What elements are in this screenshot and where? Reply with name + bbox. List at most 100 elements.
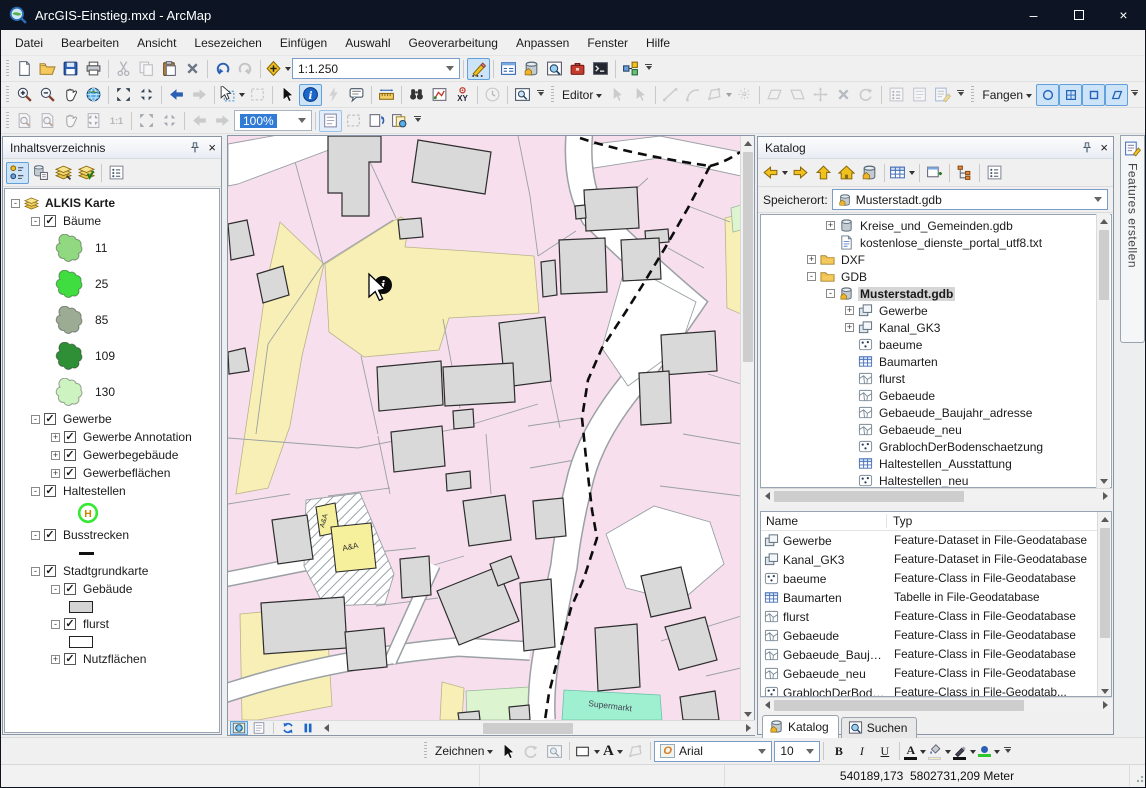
- forward-extent-button[interactable]: [188, 84, 211, 106]
- catalog-window-button[interactable]: [520, 58, 543, 80]
- toolbar-overflow-button[interactable]: [954, 85, 967, 105]
- edge-snapping-button[interactable]: [1105, 84, 1128, 106]
- menu-anpassen[interactable]: Anpassen: [507, 31, 578, 55]
- clover-symbol[interactable]: [55, 270, 84, 299]
- title-bar[interactable]: ArcGIS-Einstieg.mxd - ArcMap – ×: [0, 0, 1146, 30]
- expander-plus-icon[interactable]: +: [51, 469, 60, 478]
- editor-menu[interactable]: Editor: [558, 88, 606, 102]
- list-by-source-button[interactable]: [29, 162, 52, 184]
- scroll-right-icon[interactable]: [1098, 489, 1112, 503]
- catalog-options-button[interactable]: [983, 162, 1006, 184]
- menu-ansicht[interactable]: Ansicht: [128, 31, 185, 55]
- toolbar-grip[interactable]: [551, 86, 554, 104]
- arc-segment-button[interactable]: [682, 84, 705, 106]
- pin-icon[interactable]: [188, 141, 202, 155]
- toolbar-grip[interactable]: [6, 112, 9, 130]
- edit-annotation-button[interactable]: [629, 84, 652, 106]
- list-by-visibility-button[interactable]: [52, 162, 75, 184]
- column-header-name[interactable]: Name: [761, 514, 887, 528]
- straight-segment-button[interactable]: [659, 84, 682, 106]
- pan-button[interactable]: [59, 84, 82, 106]
- toc-item-109[interactable]: 109: [5, 338, 219, 374]
- layer-checkbox[interactable]: ✓: [64, 583, 76, 595]
- toc-item-haltestellen[interactable]: -✓Haltestellen: [5, 482, 219, 500]
- toolbar-grip[interactable]: [6, 86, 9, 104]
- scrollbar-thumb[interactable]: [774, 700, 1024, 711]
- data-driven-pages-button[interactable]: [388, 110, 411, 132]
- zoom-100-button[interactable]: 1:1: [105, 110, 128, 132]
- time-slider-button[interactable]: [481, 84, 504, 106]
- zoom-to-selected-button[interactable]: [543, 740, 566, 762]
- toolbar-overflow-button[interactable]: [1128, 85, 1141, 105]
- expander-minus-icon[interactable]: -: [826, 289, 835, 298]
- attributes-button[interactable]: [885, 84, 908, 106]
- layout-forward-button[interactable]: [211, 110, 234, 132]
- toolbar-grip[interactable]: [971, 86, 974, 104]
- pause-drawing-button[interactable]: [299, 721, 317, 735]
- callout-button[interactable]: [345, 84, 368, 106]
- toggle-tree-view-button[interactable]: [953, 162, 976, 184]
- layout-zoom-in-button[interactable]: [13, 110, 36, 132]
- expander-plus-icon[interactable]: +: [826, 221, 835, 230]
- toc-item[interactable]: [5, 544, 219, 562]
- scroll-left-icon[interactable]: [760, 698, 774, 712]
- catalog-item-gebaeude-baujahr-adresse[interactable]: Gebaeude_Baujahr_adresse: [761, 404, 1111, 421]
- toolbar-grip[interactable]: [6, 60, 9, 78]
- scale-combobox[interactable]: 1:1.250: [292, 58, 460, 79]
- rotate-element-button[interactable]: [520, 740, 543, 762]
- map-vertical-scrollbar[interactable]: [740, 136, 754, 721]
- catalog-back-button[interactable]: [761, 162, 789, 184]
- toc-item-25[interactable]: 25: [5, 266, 219, 302]
- search-window-button[interactable]: [543, 58, 566, 80]
- measure-button[interactable]: [375, 84, 398, 106]
- area-symbol[interactable]: [69, 601, 93, 613]
- table-row-gewerbe[interactable]: GewerbeFeature-Dataset in File-Geodataba…: [761, 531, 1111, 550]
- scrollbar-thumb[interactable]: [483, 723, 573, 734]
- scroll-up-icon[interactable]: [1097, 214, 1111, 228]
- area-symbol[interactable]: [69, 636, 93, 648]
- catalog-item-kanal-gk3[interactable]: +Kanal_GK3: [761, 319, 1111, 336]
- expander-minus-icon[interactable]: -: [51, 620, 60, 629]
- catalog-item-kreise-und-gemeinden-gdb[interactable]: +Kreise_und_Gemeinden.gdb: [761, 217, 1111, 234]
- toc-item-busstrecken[interactable]: -✓Busstrecken: [5, 526, 219, 544]
- catalog-item-haltestellen-neu[interactable]: Haltestellen_neu: [761, 472, 1111, 488]
- menu-datei[interactable]: Datei: [6, 31, 52, 55]
- catalog-item-gdb[interactable]: -GDB: [761, 268, 1111, 285]
- fixed-zoom-in-button[interactable]: [112, 84, 135, 106]
- expander-minus-icon[interactable]: -: [31, 531, 40, 540]
- layout-fixed-zoom-out-button[interactable]: [158, 110, 181, 132]
- fill-color-button[interactable]: [927, 740, 952, 762]
- katalog-tree-vscrollbar[interactable]: [1096, 214, 1110, 488]
- expander-minus-icon[interactable]: -: [31, 567, 40, 576]
- scroll-left-icon[interactable]: [760, 489, 774, 503]
- catalog-forward-button[interactable]: [789, 162, 812, 184]
- toolbar-grip[interactable]: [424, 742, 427, 760]
- arctoolbox-button[interactable]: [566, 58, 589, 80]
- move-button[interactable]: [809, 84, 832, 106]
- sketch-properties-button[interactable]: [908, 84, 931, 106]
- change-layout-button[interactable]: [365, 110, 388, 132]
- rotate-tool-button[interactable]: [855, 84, 878, 106]
- toc-item-h[interactable]: H: [5, 500, 219, 526]
- layer-checkbox[interactable]: ✓: [44, 529, 56, 541]
- toc-item[interactable]: [5, 598, 219, 615]
- focus-data-frame-button[interactable]: [342, 110, 365, 132]
- zeichnen-menu[interactable]: Zeichnen: [431, 744, 497, 758]
- close-button[interactable]: ×: [1101, 0, 1146, 30]
- katalog-panel-header[interactable]: Katalog ×: [758, 137, 1113, 159]
- refresh-view-button[interactable]: [279, 721, 297, 735]
- toc-item-stadtgrundkarte[interactable]: -✓Stadtgrundkarte: [5, 562, 219, 580]
- add-data-button[interactable]: [264, 58, 292, 80]
- delete-button[interactable]: [181, 58, 204, 80]
- expander-plus-icon[interactable]: +: [845, 323, 854, 332]
- open-button[interactable]: [36, 58, 59, 80]
- toc-item-bäume[interactable]: -✓Bäume: [5, 212, 219, 230]
- tab-suchen[interactable]: Suchen: [841, 717, 918, 738]
- text-tool-button[interactable]: A: [601, 740, 624, 762]
- toolbar-overflow-button[interactable]: [534, 85, 547, 105]
- expander-minus-icon[interactable]: -: [31, 415, 40, 424]
- catalog-item-flurst[interactable]: flurst: [761, 370, 1111, 387]
- split-button[interactable]: [786, 84, 809, 106]
- expander-minus-icon[interactable]: -: [11, 199, 20, 208]
- expander-minus-icon[interactable]: -: [51, 585, 60, 594]
